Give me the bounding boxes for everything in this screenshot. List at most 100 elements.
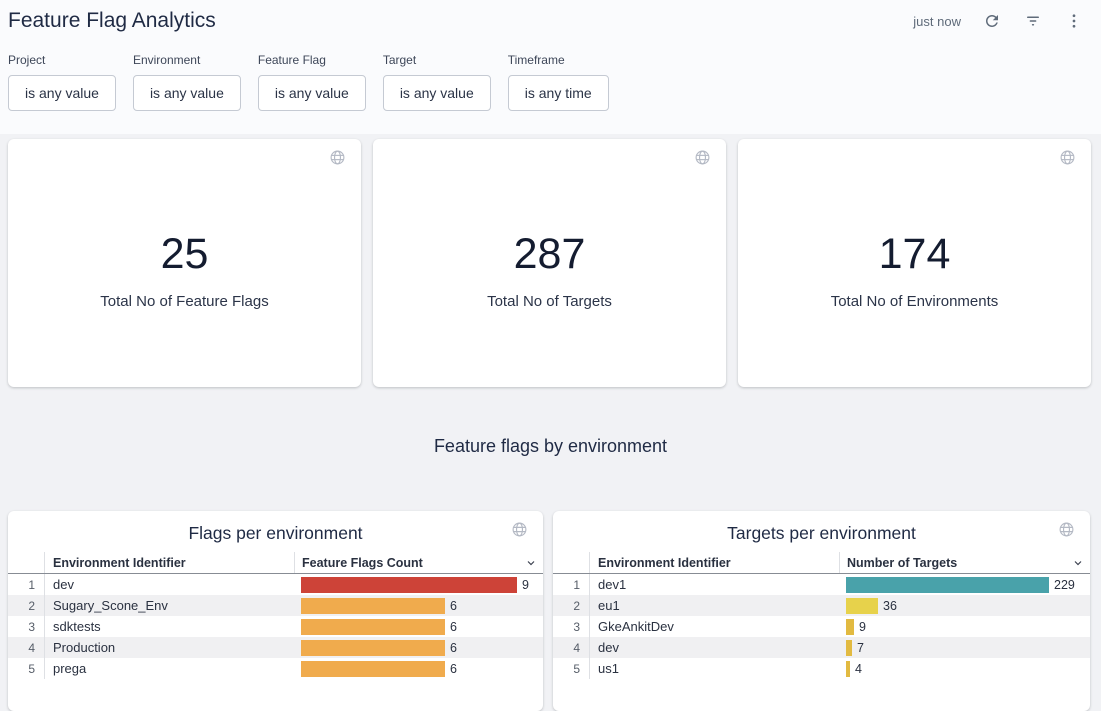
refresh-icon[interactable] [982,11,1002,31]
cell-measure: 6 [294,637,543,658]
value-label: 7 [857,641,864,655]
kpi-card: 25 Total No of Feature Flags [8,139,361,387]
globe-icon [694,149,711,171]
cell-measure: 9 [839,616,1090,637]
filter-label: Environment [133,53,241,67]
dashboard-header: Feature Flag Analytics just now [8,6,1084,36]
column-header-measure[interactable]: Number of Targets [839,552,1090,573]
table-row[interactable]: 2 Sugary_Scone_Env 6 [8,595,543,616]
tables-row: Flags per environment Environment Identi… [0,511,1101,711]
filter-value-button[interactable]: is any value [8,75,116,111]
filter-icon[interactable] [1023,11,1043,31]
cell-environment-identifier: dev [590,637,839,658]
table-card: Targets per environment Environment Iden… [553,511,1090,711]
cell-environment-identifier: Sugary_Scone_Env [45,595,294,616]
cell-environment-identifier: dev1 [590,574,839,595]
cell-environment-identifier: dev [45,574,294,595]
row-index: 3 [553,616,590,637]
filter-value-button[interactable]: is any time [508,75,609,111]
filter-value-button[interactable]: is any value [133,75,241,111]
kpi-label: Total No of Feature Flags [100,293,268,310]
dashboard-page: Feature Flag Analytics just now [0,0,1101,711]
row-index: 5 [8,658,45,679]
column-header-measure-label: Number of Targets [847,556,957,570]
filter-bar: Project is any value Environment is any … [8,53,1084,111]
value-label: 36 [883,599,897,613]
column-header-environment-identifier[interactable]: Environment Identifier [590,552,839,573]
row-number-header [553,552,590,573]
filter-value-button[interactable]: is any value [383,75,491,111]
filter-environment: Environment is any value [133,53,241,111]
cell-measure: 9 [294,574,543,595]
cell-measure: 7 [839,637,1090,658]
table-body: 1 dev 9 2 Sugary_Scone_Env 6 3 sdktests … [8,574,543,679]
value-label: 9 [859,620,866,634]
page-title: Feature Flag Analytics [8,9,216,33]
value-bar [301,598,445,614]
value-label: 6 [450,662,457,676]
table-title: Flags per environment [8,511,543,545]
kpi-value: 287 [514,233,586,276]
table-body: 1 dev1 229 2 eu1 36 3 GkeAnkitDev 9 4 de… [553,574,1090,679]
value-label: 6 [450,620,457,634]
cell-measure: 229 [839,574,1090,595]
kebab-menu-icon[interactable] [1064,11,1084,31]
table-row[interactable]: 4 dev 7 [553,637,1090,658]
row-index: 4 [8,637,45,658]
cell-measure: 6 [294,616,543,637]
value-bar [846,619,854,635]
table-row[interactable]: 1 dev 9 [8,574,543,595]
section-title: Feature flags by environment [0,436,1101,457]
table-row[interactable]: 1 dev1 229 [553,574,1090,595]
value-label: 4 [855,662,862,676]
cell-measure: 4 [839,658,1090,679]
table-header-row: Environment Identifier Number of Targets [553,552,1090,574]
cell-environment-identifier: us1 [590,658,839,679]
column-header-measure-label: Feature Flags Count [302,556,423,570]
cell-environment-identifier: sdktests [45,616,294,637]
filter-project: Project is any value [8,53,116,111]
globe-icon [1058,521,1075,543]
globe-icon [329,149,346,171]
value-label: 6 [450,599,457,613]
filter-label: Feature Flag [258,53,366,67]
value-bar [846,598,878,614]
column-header-environment-identifier[interactable]: Environment Identifier [45,552,294,573]
table-row[interactable]: 3 GkeAnkitDev 9 [553,616,1090,637]
table-row[interactable]: 2 eu1 36 [553,595,1090,616]
cell-environment-identifier: GkeAnkitDev [590,616,839,637]
last-refreshed-text: just now [913,14,961,29]
cell-measure: 6 [294,595,543,616]
table-row[interactable]: 5 us1 4 [553,658,1090,679]
table-title: Targets per environment [553,511,1090,545]
dashboard-top-section: Feature Flag Analytics just now [0,0,1101,134]
table-row[interactable]: 3 sdktests 6 [8,616,543,637]
cell-environment-identifier: Production [45,637,294,658]
column-header-measure[interactable]: Feature Flags Count [294,552,543,573]
header-actions: just now [913,11,1084,31]
chevron-down-icon[interactable] [525,557,537,569]
filter-value-button[interactable]: is any value [258,75,366,111]
row-index: 5 [553,658,590,679]
row-index: 1 [8,574,45,595]
value-bar [301,640,445,656]
row-index: 2 [8,595,45,616]
cell-environment-identifier: prega [45,658,294,679]
filter-feature-flag: Feature Flag is any value [258,53,366,111]
kpi-label: Total No of Environments [831,293,999,310]
value-bar [301,661,445,677]
kpi-card: 287 Total No of Targets [373,139,726,387]
chevron-down-icon[interactable] [1072,557,1084,569]
kpi-row: 25 Total No of Feature Flags 287 Total N… [0,134,1101,387]
value-bar [846,577,1049,593]
kpi-label: Total No of Targets [487,293,612,310]
row-number-header [8,552,45,573]
row-index: 1 [553,574,590,595]
value-label: 9 [522,578,529,592]
globe-icon [1059,149,1076,171]
row-index: 2 [553,595,590,616]
table-row[interactable]: 5 prega 6 [8,658,543,679]
filter-target: Target is any value [383,53,491,111]
filter-label: Timeframe [508,53,609,67]
table-row[interactable]: 4 Production 6 [8,637,543,658]
